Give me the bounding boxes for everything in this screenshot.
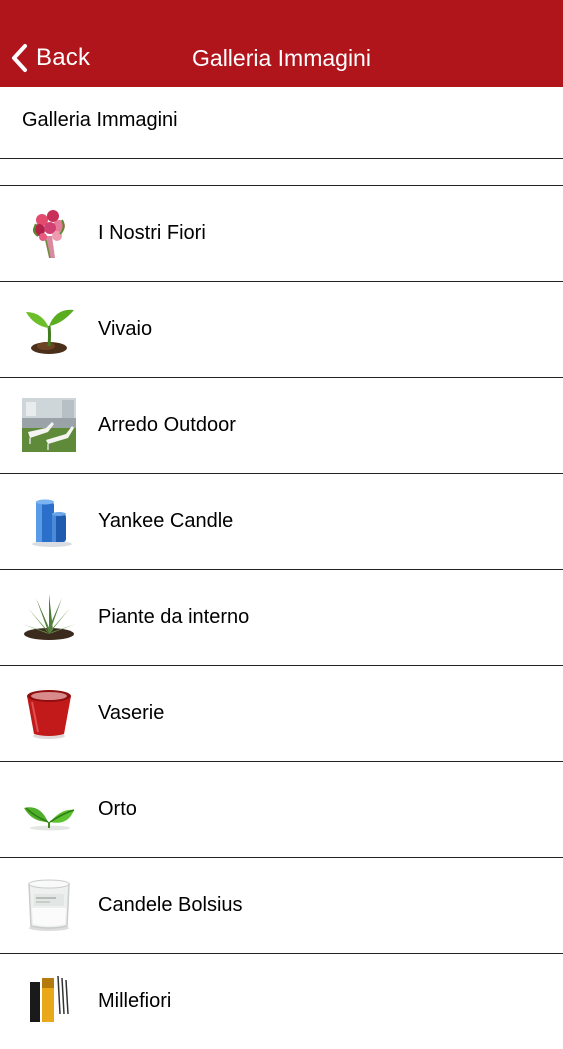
outdoor-furniture-icon [22, 398, 76, 452]
list-item-piante-da-interno[interactable]: Piante da interno [0, 570, 563, 666]
section-spacer [0, 159, 563, 186]
list-item-label: Orto [98, 798, 137, 820]
vase-icon [22, 686, 76, 740]
nav-title: Galleria Immagini [192, 45, 371, 71]
list-item-yankee-candle[interactable]: Yankee Candle [0, 474, 563, 570]
list-item-label: Candele Bolsius [98, 894, 243, 916]
list-item-arredo-outdoor[interactable]: Arredo Outdoor [0, 378, 563, 474]
gallery-list: I Nostri Fiori Vivaio Arredo Outdoor Yan… [0, 186, 563, 1049]
bouquet-icon [22, 206, 76, 260]
candle-icon [22, 494, 76, 548]
list-item-label: Vaserie [98, 702, 165, 724]
list-item-millefiori[interactable]: Millefiori [0, 954, 563, 1049]
list-item-label: Yankee Candle [98, 510, 234, 532]
list-item-i-nostri-fiori[interactable]: I Nostri Fiori [0, 186, 563, 282]
list-item-label: Piante da interno [98, 606, 250, 628]
page-title: Galleria Immagini [0, 87, 563, 159]
page-title-text: Galleria Immagini [22, 109, 178, 131]
leaves-icon [22, 782, 76, 836]
glass-candle-icon [22, 878, 76, 932]
diffuser-icon [22, 974, 76, 1028]
list-item-vaserie[interactable]: Vaserie [0, 666, 563, 762]
agave-plant-icon [22, 590, 76, 644]
list-item-label: Millefiori [98, 990, 172, 1012]
list-item-label: Vivaio [98, 318, 153, 340]
list-item-label: I Nostri Fiori [98, 222, 206, 244]
navigation-bar: Back Galleria Immagini [0, 0, 563, 87]
list-item-candele-bolsius[interactable]: Candele Bolsius [0, 858, 563, 954]
sprout-icon [22, 302, 76, 356]
list-item-label: Arredo Outdoor [98, 414, 236, 436]
list-item-vivaio[interactable]: Vivaio [0, 282, 563, 378]
list-item-orto[interactable]: Orto [0, 762, 563, 858]
